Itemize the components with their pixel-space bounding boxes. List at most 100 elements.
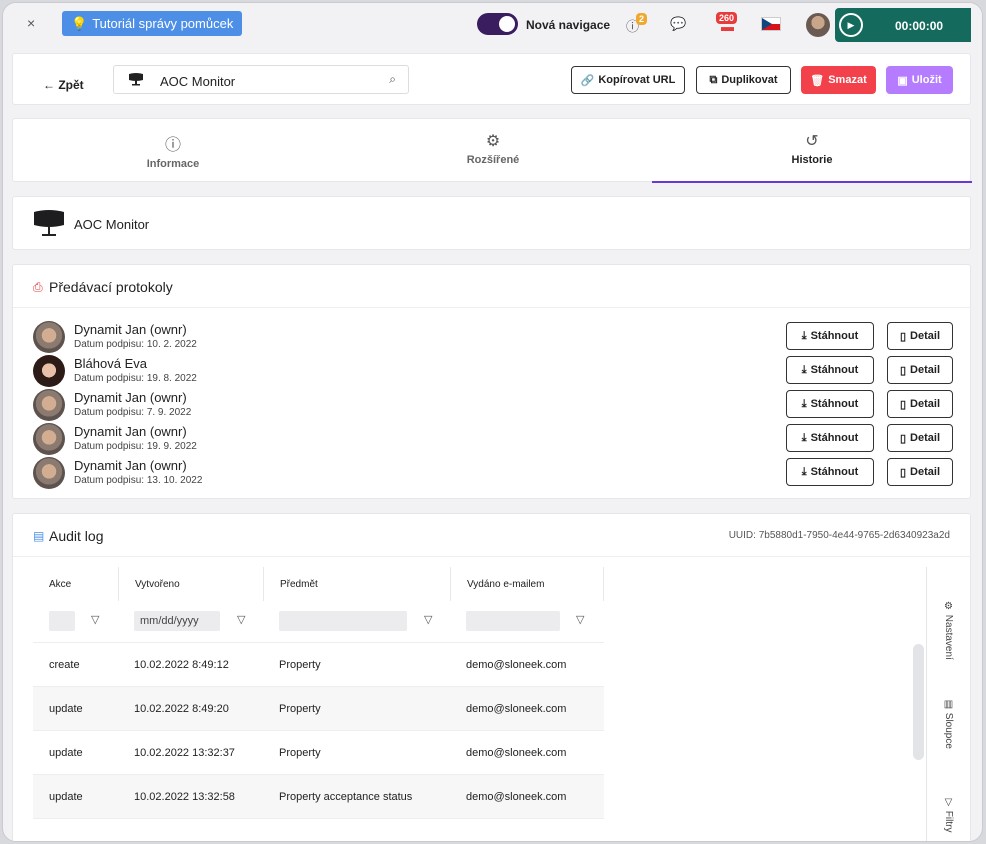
download-label: Stáhnout [810, 432, 859, 444]
scrollbar[interactable] [913, 644, 924, 760]
chat-icon[interactable]: 💬 [670, 16, 686, 32]
table-row[interactable]: update 10.02.2022 13:32:58 Property accept… [33, 775, 604, 819]
audit-title: Audit log [49, 528, 104, 544]
download-button[interactable]: ⤓ Stáhnout [786, 322, 874, 350]
download-button[interactable]: ⤓ Stáhnout [786, 356, 874, 384]
date-placeholder: mm/dd/yyyy [140, 615, 199, 627]
filter-input[interactable] [466, 611, 560, 631]
settings-panel-button[interactable]: ⚙ Nastavení [943, 601, 954, 660]
detail-label: Detail [910, 364, 941, 376]
date-filter-input[interactable]: mm/dd/yyyy [134, 611, 220, 631]
copy-url-label: Kopírovat URL [598, 74, 676, 86]
table-cell: demo@sloneek.com [466, 703, 567, 715]
signer-name: Dynamit Jan (ownr) [74, 322, 187, 337]
filters-panel-button[interactable]: ▽ Filtry [943, 797, 954, 832]
duplicate-button[interactable]: ⧉ Duplikovat [696, 66, 791, 94]
uuid-label: UUID: 7b5880d1-7950-4e44-9765-2d6340923a… [728, 530, 950, 541]
play-icon[interactable]: ▶ [839, 13, 863, 37]
table-row[interactable]: update 10.02.2022 13:32:37 Property demo@sl… [33, 731, 604, 775]
detail-button[interactable]: ▯ Detail [887, 322, 953, 350]
download-button[interactable]: ⤓ Stáhnout [786, 424, 874, 452]
table-row[interactable]: create 10.02.2022 8:49:12 Property demo@slo… [33, 643, 604, 687]
file-icon: ▯ [899, 398, 907, 411]
column-header[interactable]: Vydáno e-mailem [451, 567, 604, 601]
download-icon: ⤓ [801, 397, 807, 410]
download-icon: ⤓ [801, 363, 807, 376]
detail-button[interactable]: ▯ Detail [887, 458, 953, 486]
search-icon[interactable]: ⌕ [389, 72, 396, 87]
download-label: Stáhnout [810, 364, 859, 376]
table-cell: demo@sloneek.com [466, 747, 567, 759]
table-cell: update [49, 747, 83, 759]
detail-button[interactable]: ▯ Detail [887, 390, 953, 418]
side-tools: ⚙ Nastavení ▥ Sloupce ▽ Filtry [926, 567, 972, 841]
delete-button[interactable]: 🗑 Smazat [801, 66, 876, 94]
table-cell: Property acceptance status [279, 791, 413, 803]
tabs-card: ⓘ Informace ⚙ Rozšířené ↺ Historie [12, 118, 972, 183]
protocol-row: Dynamit Jan (ownr) Datum podpisu: 19. 9. … [13, 422, 972, 456]
history-icon: ↺ [805, 133, 819, 150]
column-header[interactable]: Předmět [264, 567, 451, 601]
table-row[interactable]: update 10.02.2022 8:49:20 Property demo@slo… [33, 687, 604, 731]
table-cell: Property [279, 747, 321, 759]
filter-row: ▽ mm/dd/yyyy ▽ ▽ ▽ [33, 601, 604, 643]
item-search-value: AOC Monitor [160, 74, 236, 89]
funnel-icon[interactable]: ▽ [237, 613, 245, 626]
tab-informace[interactable]: ⓘ Informace [13, 119, 333, 183]
funnel-icon[interactable]: ▽ [576, 613, 584, 626]
funnel-icon[interactable]: ▽ [424, 613, 432, 626]
detail-button[interactable]: ▯ Detail [887, 356, 953, 384]
close-icon[interactable]: × [27, 15, 35, 31]
table-cell: 10.02.2022 8:49:20 [134, 703, 229, 715]
protocols-title: Předávací protokoly [49, 279, 173, 295]
detail-label: Detail [910, 432, 941, 444]
file-icon: ▯ [899, 466, 907, 479]
signer-name: Dynamit Jan (ownr) [74, 424, 187, 439]
tutorial-button[interactable]: 💡 Tutoriál správy pomůcek [62, 11, 243, 36]
back-label: Zpět [58, 78, 84, 92]
gear-icon: ⚙ [485, 133, 501, 150]
filter-input[interactable] [49, 611, 75, 631]
trash-icon: 🗑 [810, 74, 825, 87]
columns-panel-button[interactable]: ▥ Sloupce [943, 699, 954, 749]
download-icon: ⤓ [801, 465, 807, 478]
avatar [33, 389, 65, 421]
file-icon: ▯ [899, 364, 907, 377]
table-cell: demo@sloneek.com [466, 791, 567, 803]
save-button[interactable]: ▣ Uložit [886, 66, 953, 94]
tab-historie[interactable]: ↺ Historie [652, 119, 972, 183]
download-label: Stáhnout [810, 466, 859, 478]
protocol-row: Dynamit Jan (ownr) Datum podpisu: 13. 10.… [13, 456, 972, 490]
download-icon: ⤓ [801, 329, 807, 342]
time-tracker[interactable]: ▶ 00:00:00 [835, 8, 971, 42]
app-frame: × 💡 Tutoriál správy pomůcek Nová navigac… [2, 2, 983, 842]
protocol-row: Dynamit Jan (ownr) Datum podpisu: 10. 2. … [13, 320, 972, 354]
copy-url-button[interactable]: 🔗 Kopírovat URL [571, 66, 685, 94]
column-header[interactable]: Vytvořeno [119, 567, 264, 601]
detail-button[interactable]: ▯ Detail [887, 424, 953, 452]
signature-date: Datum podpisu: 7. 9. 2022 [74, 407, 192, 418]
column-header[interactable]: Akce [33, 567, 119, 601]
funnel-icon[interactable]: ▽ [91, 613, 99, 626]
item-name: AOC Monitor [74, 217, 150, 232]
user-avatar[interactable] [806, 13, 830, 37]
pdf-icon: ⎙ [33, 280, 43, 294]
table-cell: demo@sloneek.com [466, 659, 567, 671]
table-cell: Property [279, 659, 321, 671]
document-icon: ▤ [33, 529, 45, 543]
filter-input[interactable] [279, 611, 407, 631]
czech-flag-icon[interactable] [761, 17, 781, 31]
download-button[interactable]: ⤓ Stáhnout [786, 390, 874, 418]
avatar [33, 355, 65, 387]
table-cell: 10.02.2022 8:49:12 [134, 659, 229, 671]
monitor-icon [34, 210, 64, 236]
tab-rozsirene[interactable]: ⚙ Rozšířené [333, 119, 653, 183]
back-button[interactable]: ← Zpět [43, 78, 84, 92]
item-search-input[interactable]: AOC Monitor ⌕ [113, 65, 409, 94]
download-button[interactable]: ⤓ Stáhnout [786, 458, 874, 486]
new-navigation-toggle[interactable] [477, 13, 518, 35]
tab-label: Informace [146, 158, 200, 170]
file-icon: ▯ [899, 432, 907, 445]
tab-label: Historie [791, 154, 833, 166]
download-label: Stáhnout [810, 398, 859, 410]
